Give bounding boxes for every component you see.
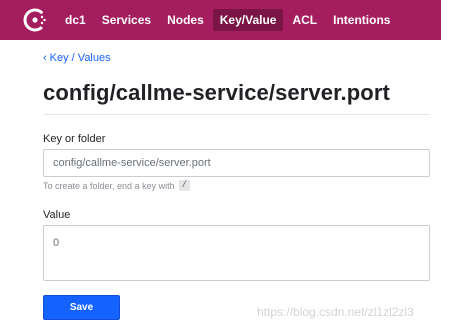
nav-item-intentions[interactable]: Intentions — [326, 9, 397, 31]
top-navigation-bar: dc1 Services Nodes Key/Value ACL Intenti… — [0, 0, 441, 40]
chevron-left-icon: ‹ — [43, 52, 47, 64]
nav-item-nodes[interactable]: Nodes — [160, 9, 211, 31]
folder-hint-text: To create a folder, end a key with — [43, 180, 175, 191]
key-or-folder-input[interactable] — [43, 149, 430, 177]
title-divider — [43, 114, 430, 115]
nav-item-services[interactable]: Services — [95, 9, 158, 31]
folder-hint-code: / — [178, 180, 190, 191]
folder-hint: To create a folder, end a key with / — [43, 180, 190, 191]
consul-logo-svg — [23, 8, 47, 32]
breadcrumb[interactable]: ‹ Key / Values — [43, 52, 111, 64]
consul-logo-icon[interactable] — [20, 5, 50, 35]
breadcrumb-link-key-values[interactable]: Key / Values — [50, 52, 111, 64]
page-title: config/callme-service/server.port — [43, 80, 390, 105]
value-textarea[interactable]: 0 — [43, 225, 430, 281]
nav-item-key-value[interactable]: Key/Value — [212, 9, 284, 31]
nav-item-acl[interactable]: ACL — [285, 9, 324, 31]
key-or-folder-label: Key or folder — [43, 133, 106, 145]
save-button[interactable]: Save — [43, 295, 120, 320]
value-label: Value — [43, 209, 71, 221]
datacenter-selector[interactable]: dc1 — [58, 9, 93, 31]
watermark: https://blog.csdn.net/zl1zl2zl3 — [257, 305, 414, 319]
